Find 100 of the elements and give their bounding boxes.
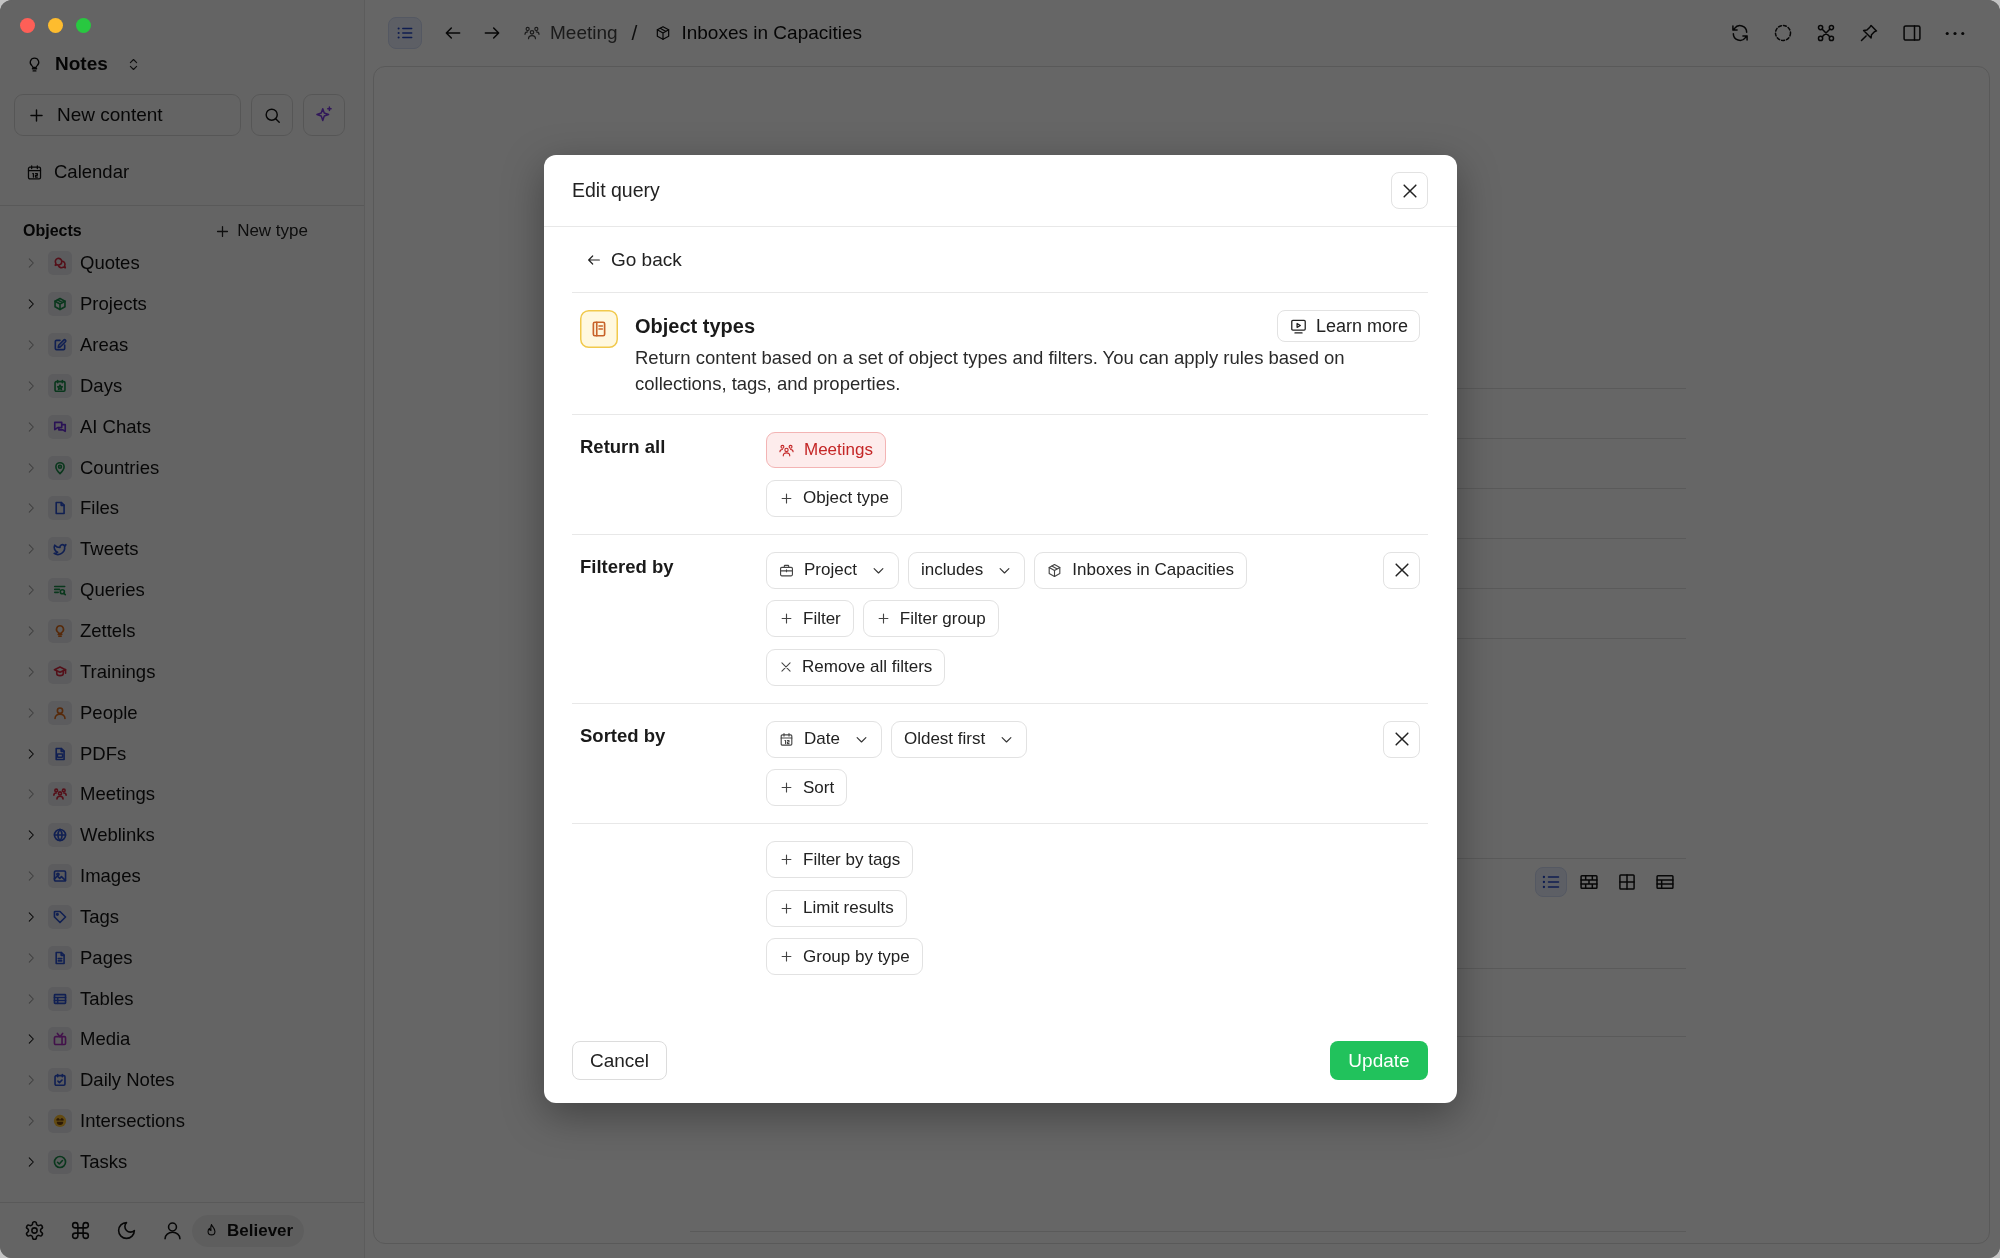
moon-icon[interactable] (116, 1220, 137, 1241)
refresh-icon[interactable] (1730, 23, 1750, 43)
page-icon (48, 945, 72, 970)
section-label: Return all (580, 435, 666, 459)
view-option[interactable] (1535, 866, 1567, 897)
section-label: Sorted by (580, 723, 666, 748)
sidebar-item[interactable]: Media (48, 1027, 131, 1052)
image-icon (48, 864, 72, 889)
sidebar-item[interactable]: Trainings (48, 659, 156, 684)
section-label: Filtered by (580, 554, 674, 579)
more-icon[interactable] (1945, 30, 1965, 36)
breadcrumb-link[interactable]: Meeting (524, 22, 618, 44)
section-heading: Objects (23, 222, 82, 240)
sidebar-item[interactable]: Tweets (48, 537, 139, 562)
sidebar-item[interactable]: Intersections (48, 1109, 185, 1134)
person-icon (48, 700, 72, 725)
sidebar-item[interactable]: Quotes (48, 251, 140, 276)
sidebar-item[interactable]: Pages (48, 945, 133, 970)
add-button[interactable]: Sort (766, 769, 848, 806)
window-minimize-button[interactable] (48, 18, 63, 33)
pdf-document-icon (48, 741, 72, 766)
command-icon[interactable] (70, 1220, 91, 1241)
description: Return content based on a set of object types and filters. You can apply rules based on collections, tags, and properties. (635, 346, 1346, 396)
window-close-button[interactable] (20, 18, 35, 33)
plan-badge[interactable]: Believer (192, 1214, 305, 1247)
new-type-button[interactable]: New type (214, 221, 308, 241)
pencil-square-icon (48, 333, 72, 358)
close-button[interactable] (1391, 172, 1428, 209)
breadcrumb-link[interactable]: Inboxes in Capacities (655, 22, 863, 44)
select-dropdown[interactable]: Oldest first (890, 720, 1028, 758)
sidebar-item[interactable]: Zettels (48, 619, 136, 643)
plus-icon (779, 611, 794, 626)
sidebar-item[interactable]: Tags (48, 904, 120, 929)
lightbulb-icon (48, 619, 72, 643)
add-button[interactable]: Object type (766, 479, 902, 517)
remove-button[interactable] (1383, 551, 1420, 589)
sidebar-item[interactable]: Weblinks (48, 823, 155, 848)
tag-icon (48, 904, 72, 929)
learn-more-button[interactable]: Learn more (1276, 310, 1420, 342)
dashed-circle-icon[interactable] (1773, 23, 1793, 43)
add-button[interactable]: Filter group (862, 600, 999, 637)
sidebar-item[interactable]: Tasks (48, 1150, 128, 1174)
dialog-title: Edit query (572, 179, 660, 202)
sidebar-item[interactable]: Days (48, 373, 123, 398)
sidebar-item[interactable]: AI Chats (48, 414, 151, 439)
cancel-button[interactable]: Cancel (572, 1041, 667, 1080)
sidebar-item[interactable]: PDFs (48, 741, 127, 766)
add-button[interactable]: Filter (766, 600, 854, 637)
sidebar-item[interactable]: Meetings (48, 782, 156, 807)
select-dropdown[interactable]: includes (907, 551, 1026, 589)
remove-button[interactable] (1383, 720, 1420, 758)
plus-icon (779, 490, 794, 506)
sidebar-toggle-button[interactable] (388, 17, 422, 49)
space-switcher[interactable]: Notes (26, 53, 141, 75)
people-group-icon (779, 442, 794, 458)
calendar-icon (779, 731, 794, 747)
value-chip[interactable]: Inboxes in Capacities (1034, 551, 1247, 589)
cube-icon (1047, 562, 1063, 578)
sidebar-item[interactable]: Areas (48, 333, 129, 358)
nodes-icon[interactable] (1816, 23, 1836, 43)
clear-filters-button[interactable]: Remove all filters (766, 648, 946, 686)
briefcase-icon (779, 562, 794, 578)
cube-icon (655, 25, 672, 41)
person-icon[interactable] (162, 1220, 183, 1241)
speech-bubbles-icon (48, 251, 72, 276)
sidebar-item[interactable]: Countries (48, 455, 160, 480)
settings-icon[interactable] (24, 1220, 45, 1241)
bird-icon (48, 537, 72, 562)
back-button[interactable]: Go back (586, 248, 682, 271)
sidebar-item[interactable]: Projects (48, 292, 147, 317)
smiling-face-icon (48, 1109, 72, 1134)
chat-bubbles-icon (48, 414, 72, 439)
table-icon (48, 986, 72, 1011)
add-button[interactable]: Limit results (766, 889, 907, 927)
pin-icon[interactable] (1859, 23, 1879, 43)
sidebar-item[interactable]: Images (48, 864, 141, 889)
sidebar-item[interactable]: People (48, 700, 138, 725)
add-button[interactable]: Group by type (766, 938, 923, 975)
sidebar-item[interactable]: Daily Notes (48, 1068, 175, 1093)
x-icon (779, 660, 793, 674)
property-dropdown[interactable]: Date (766, 720, 882, 758)
sidebar-panel-icon[interactable] (1902, 23, 1922, 43)
graduation-cap-icon (48, 659, 72, 684)
grid-icon (1617, 871, 1637, 892)
update-button[interactable]: Update (1330, 1041, 1428, 1080)
property-dropdown[interactable]: Project (766, 551, 899, 589)
window-zoom-button[interactable] (76, 18, 91, 33)
sidebar-item[interactable]: Files (48, 496, 120, 521)
calendar-link[interactable]: Calendar (0, 154, 130, 190)
sidebar-item[interactable]: Queries (48, 578, 145, 603)
search-button[interactable] (251, 94, 293, 136)
add-button[interactable]: Filter by tags (766, 841, 914, 878)
search-list-icon (48, 578, 72, 603)
new-content-button[interactable]: New content (14, 94, 241, 136)
object-type-tag[interactable]: Meetings (766, 432, 886, 468)
presentation-icon (1289, 317, 1307, 335)
ai-assistant-button[interactable] (303, 94, 345, 136)
document-icon (48, 496, 72, 521)
people-group-icon (524, 25, 540, 41)
sidebar-item[interactable]: Tables (48, 986, 134, 1011)
